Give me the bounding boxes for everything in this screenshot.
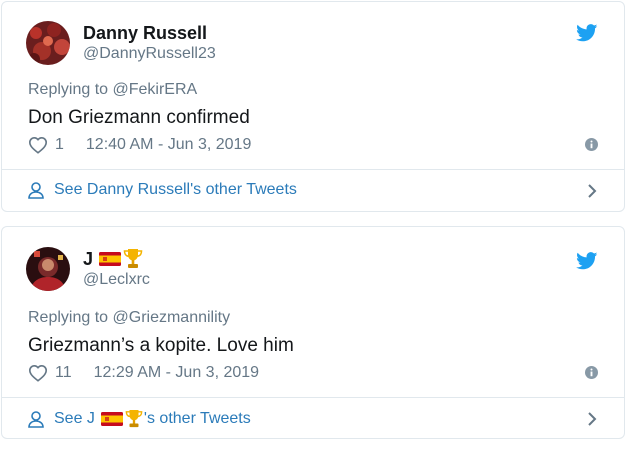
see-other-tweets-link[interactable]: See Danny Russell's other Tweets <box>28 181 598 199</box>
tweet-text: Griezmann’s a kopite. Love him <box>28 335 294 356</box>
tweet-text: Don Griezmann confirmed <box>28 107 250 128</box>
heart-icon[interactable] <box>28 364 48 382</box>
spain-flag-icon <box>99 252 122 266</box>
twitter-bird-icon[interactable] <box>576 24 598 42</box>
avatar[interactable] <box>26 247 70 291</box>
display-name[interactable]: J <box>83 248 150 270</box>
divider <box>2 397 624 398</box>
like-count[interactable]: 11 <box>55 364 72 382</box>
divider <box>2 169 624 170</box>
tweet-embeds-page: Danny Russell @DannyRussell23 Replying t… <box>0 0 630 450</box>
avatar[interactable] <box>26 21 70 65</box>
trophy-icon <box>125 410 143 428</box>
tweet-meta-row: 11 12:29 AM - Jun 3, 2019 <box>28 364 598 382</box>
display-name-text[interactable]: J <box>83 248 93 270</box>
spain-flag-icon <box>100 412 123 426</box>
replying-to-line: Replying to @Griezmannility <box>28 309 230 327</box>
reply-mention-link[interactable]: @FekirERA <box>113 81 198 98</box>
trophy-icon <box>123 249 143 268</box>
chevron-right-icon[interactable] <box>586 183 598 199</box>
chevron-right-icon[interactable] <box>586 411 598 427</box>
like-count[interactable]: 1 <box>55 136 64 154</box>
person-icon <box>28 410 44 428</box>
see-other-tweets-label[interactable]: See Danny Russell's other Tweets <box>54 181 297 199</box>
person-icon <box>28 181 44 199</box>
tweet-meta-row: 1 12:40 AM - Jun 3, 2019 <box>28 136 598 154</box>
tweet-timestamp[interactable]: 12:29 AM - Jun 3, 2019 <box>94 364 259 382</box>
tweet-card[interactable]: J @Leclxrc Replying to @Griezmannility G… <box>1 226 625 439</box>
twitter-bird-icon[interactable] <box>576 252 598 270</box>
tweet-card[interactable]: Danny Russell @DannyRussell23 Replying t… <box>1 1 625 212</box>
tweet-author-header[interactable]: J @Leclxrc <box>26 247 150 291</box>
replying-prefix: Replying to <box>28 81 109 98</box>
tweet-timestamp[interactable]: 12:40 AM - Jun 3, 2019 <box>86 136 251 154</box>
tweet-author-header[interactable]: Danny Russell @DannyRussell23 <box>26 21 216 65</box>
replying-prefix: Replying to <box>28 309 109 326</box>
info-icon[interactable] <box>585 138 598 151</box>
user-handle[interactable]: @DannyRussell23 <box>83 44 216 64</box>
heart-icon[interactable] <box>28 136 48 154</box>
user-handle[interactable]: @Leclxrc <box>83 270 150 290</box>
reply-mention-link[interactable]: @Griezmannility <box>113 309 231 326</box>
see-other-tweets-link[interactable]: See J 's other Tweets <box>28 409 598 429</box>
see-other-tweets-suffix[interactable]: 's other Tweets <box>144 410 251 428</box>
display-name[interactable]: Danny Russell <box>83 22 216 44</box>
see-other-tweets-prefix[interactable]: See J <box>54 410 95 428</box>
info-icon[interactable] <box>585 366 598 379</box>
replying-to-line: Replying to @FekirERA <box>28 81 197 99</box>
